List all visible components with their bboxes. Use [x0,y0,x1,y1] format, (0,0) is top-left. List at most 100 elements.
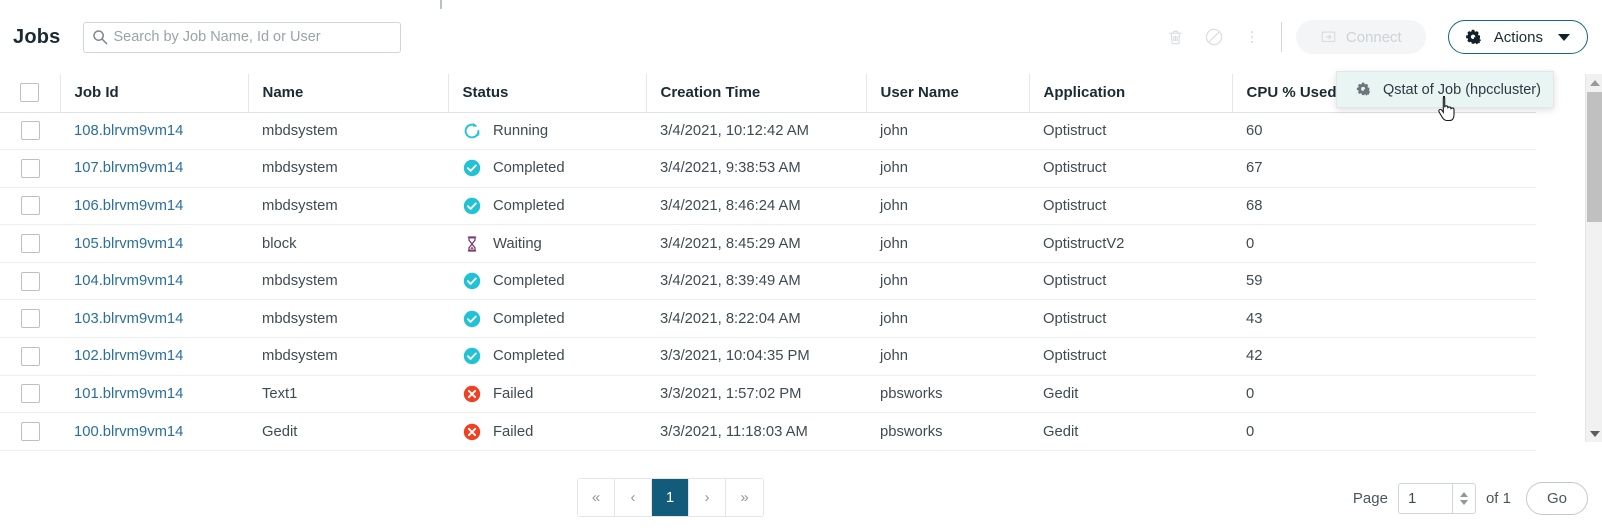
cell-status: Completed [448,149,646,188]
table-row[interactable]: 105.blrvm9vm14 block Waiting 3/4/2021, 8:45… [0,224,1536,263]
table-row[interactable]: 108.blrvm9vm14 mbdsystem Running 3/4/2021, … [0,112,1536,151]
scroll-down-arrow-icon[interactable] [1586,425,1602,442]
cell-creation-time: 3/3/2021, 1:57:02 PM [646,375,866,414]
column-header-user-name[interactable]: User Name [866,74,1030,113]
job-id-link[interactable]: 107.blrvm9vm14 [74,160,183,176]
check-circle-icon [462,271,482,291]
go-button[interactable]: Go [1526,482,1588,515]
job-id-link[interactable]: 100.blrvm9vm14 [74,424,183,440]
pagination-button[interactable]: » [726,479,763,516]
table-row[interactable]: 104.blrvm9vm14 mbdsystem Completed 3/4/2021… [0,262,1536,301]
stepper-up-icon[interactable] [1459,492,1468,497]
row-checkbox[interactable] [20,271,40,291]
check-circle-icon [462,196,482,216]
jobs-toolbar: Jobs Search by Job Name, Id or User Conn… [0,0,1602,74]
column-header-job-id[interactable]: Job Id [60,74,249,113]
more-vertical-icon[interactable] [1237,22,1267,52]
cell-name: mbdsystem [248,262,448,301]
menu-item-label: Qstat of Job (hpccluster) [1383,81,1541,98]
cell-creation-time: 3/4/2021, 9:38:53 AM [646,149,866,188]
row-select-cell [0,187,60,226]
delete-icon[interactable] [1161,22,1191,52]
cell-application: Optistruct [1029,299,1232,339]
jobs-page: Jobs Search by Job Name, Id or User Conn… [0,0,1602,531]
row-checkbox[interactable] [20,121,40,141]
cell-application: Optistruct [1029,337,1232,376]
cell-user-name: john [866,262,1029,301]
page-jump-control: Page 1 of 1 Go [1353,482,1588,515]
job-id-link[interactable]: 105.blrvm9vm14 [74,236,183,252]
row-select-cell [0,224,60,263]
cell-cpu-used: 67 [1232,149,1536,188]
row-checkbox[interactable] [20,158,40,178]
search-input[interactable]: Search by Job Name, Id or User [83,21,402,53]
table-row[interactable]: 102.blrvm9vm14 mbdsystem Completed 3/3/2021… [0,337,1536,376]
cell-cpu-used: 42 [1232,337,1536,376]
cell-name: mbdsystem [248,187,448,226]
table-row[interactable]: 107.blrvm9vm14 mbdsystem Completed 3/4/2021… [0,149,1536,188]
pagination-button[interactable]: « [578,479,615,516]
select-all-checkbox[interactable] [20,83,40,103]
status-label: Running [493,122,549,139]
job-id-link[interactable]: 104.blrvm9vm14 [74,273,183,289]
row-select-cell [0,262,60,301]
table-row[interactable]: 103.blrvm9vm14 mbdsystem Completed 3/4/2021… [0,299,1536,339]
table-row[interactable]: 101.blrvm9vm14 Text1 Failed 3/3/2021, 1:57:… [0,375,1536,414]
cell-job-id: 107.blrvm9vm14 [60,149,248,188]
job-id-link[interactable]: 102.blrvm9vm14 [74,348,183,364]
vertical-scrollbar[interactable] [1585,74,1602,442]
job-id-link[interactable]: 103.blrvm9vm14 [74,311,183,327]
column-header-creation-time[interactable]: Creation Time [646,74,867,113]
actions-button[interactable]: Actions [1447,20,1588,54]
column-header-status[interactable]: Status [448,74,647,113]
pagination-button[interactable]: › [689,479,726,516]
job-id-link[interactable]: 106.blrvm9vm14 [74,198,183,214]
menu-item-qstat-of-job[interactable]: Qstat of Job (hpccluster) [1337,72,1553,107]
row-checkbox[interactable] [20,384,40,404]
job-id-link[interactable]: 101.blrvm9vm14 [74,386,183,402]
row-checkbox[interactable] [20,234,40,254]
row-select-cell [0,337,60,376]
jobs-table: Job Id Name Status Creation Time User Na… [0,74,1536,451]
cell-creation-time: 3/4/2021, 10:12:42 AM [646,112,866,151]
scroll-up-arrow-icon[interactable] [1586,74,1602,91]
cell-application: Optistruct [1029,187,1232,226]
pagination-page-active[interactable]: 1 [652,479,689,516]
chevron-down-icon [1558,33,1570,41]
table-body: 108.blrvm9vm14 mbdsystem Running 3/4/2021, … [0,112,1536,451]
cell-name: mbdsystem [248,337,448,376]
cell-application: Optistruct [1029,262,1232,301]
cancel-icon[interactable] [1199,22,1229,52]
cell-application: Optistruct [1029,149,1232,188]
cell-name: mbdsystem [248,149,448,188]
page-number-stepper[interactable] [1451,484,1475,513]
connect-button[interactable]: Connect [1295,20,1426,54]
stepper-down-icon[interactable] [1459,500,1468,505]
column-header-name[interactable]: Name [248,74,449,113]
cell-job-id: 105.blrvm9vm14 [60,224,248,263]
scrollbar-thumb[interactable] [1587,92,1602,222]
error-circle-icon [462,384,482,404]
spinner-icon [462,121,482,141]
table-row[interactable]: 106.blrvm9vm14 mbdsystem Completed 3/4/2021… [0,187,1536,226]
search-input-wrapper[interactable]: Search by Job Name, Id or User [83,21,402,53]
row-checkbox[interactable] [20,196,40,216]
jobs-table-area: Job Id Name Status Creation Time User Na… [0,74,1602,451]
table-footer: «‹ 1 ›» Page 1 of 1 Go [0,442,1602,531]
cell-creation-time: 3/3/2021, 10:04:35 PM [646,337,866,376]
pagination-button[interactable]: ‹ [615,479,652,516]
job-id-link[interactable]: 108.blrvm9vm14 [74,123,183,139]
cell-cpu-used: 43 [1232,299,1536,339]
column-header-application[interactable]: Application [1029,74,1233,113]
row-checkbox[interactable] [20,309,40,329]
check-circle-icon [462,346,482,366]
cell-application: Optistruct [1029,112,1232,151]
row-checkbox[interactable] [20,422,40,442]
cell-user-name: john [866,187,1029,226]
status-label: Completed [493,197,565,214]
page-number-input[interactable]: 1 [1397,483,1476,514]
page-title: Jobs [13,25,61,48]
row-checkbox[interactable] [20,346,40,366]
page-number-value[interactable]: 1 [1399,484,1452,513]
status-label: Failed [493,423,534,440]
